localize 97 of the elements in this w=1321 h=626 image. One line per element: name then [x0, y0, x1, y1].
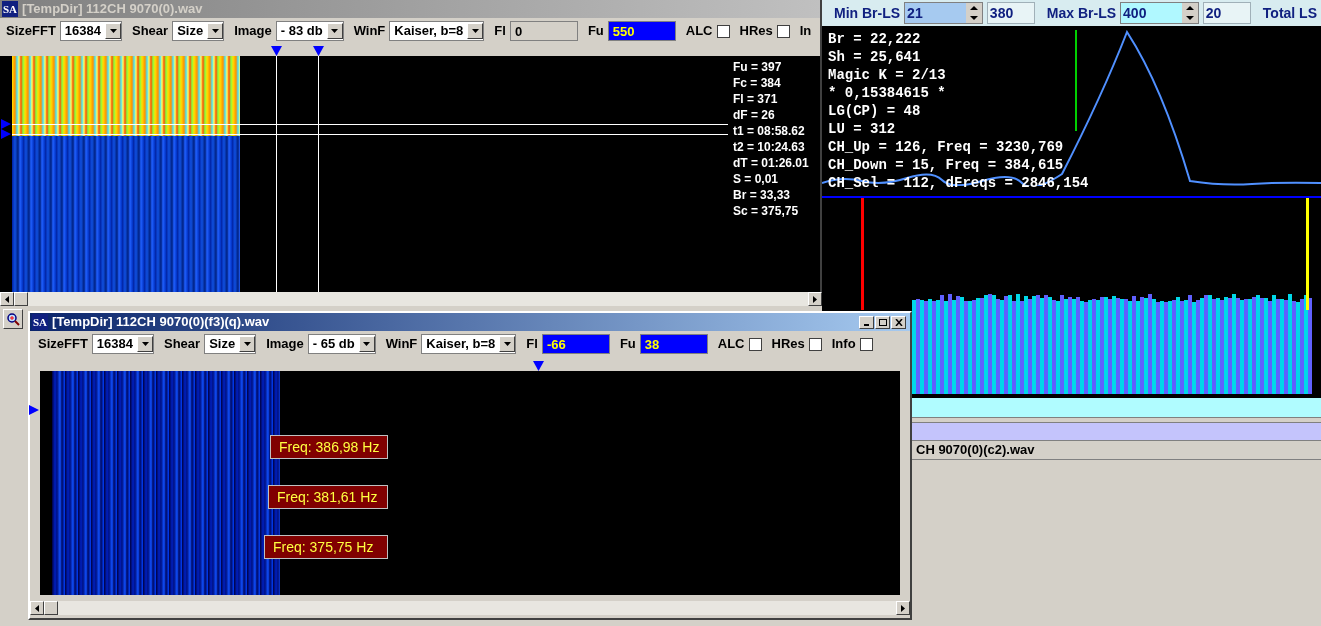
input-field[interactable]: 380 — [986, 2, 1035, 24]
field-label: WinF — [385, 335, 418, 354]
marker-icon[interactable] — [1, 119, 12, 129]
field-label: Image — [266, 335, 304, 354]
field-label: Image — [234, 22, 272, 41]
readout-text: S = 0,01 — [733, 171, 780, 187]
checkbox[interactable] — [776, 24, 790, 38]
checkbox-label: ALC — [685, 22, 713, 41]
field-label: Shear — [132, 22, 169, 41]
scrollbar[interactable] — [0, 292, 822, 306]
spin-arrows-icon[interactable] — [965, 3, 982, 23]
field-label: SizeFFT — [38, 335, 88, 354]
control-label: Min Br-LS — [834, 3, 901, 23]
spin-arrows-icon[interactable] — [1181, 3, 1198, 23]
field-label: Fl — [526, 335, 538, 354]
dropdown[interactable]: 16384 — [59, 21, 122, 41]
checkbox-label: HRes — [771, 335, 805, 354]
input-field[interactable]: 38 — [639, 334, 708, 354]
readout-text: dF = 26 — [733, 107, 776, 123]
marker-icon[interactable] — [29, 405, 40, 415]
spin-field[interactable]: 21 — [904, 2, 983, 24]
readout-text: Br = 33,33 — [733, 187, 792, 203]
checkbox[interactable] — [808, 337, 822, 351]
checkbox-label: HRes — [739, 22, 773, 41]
right-arrow-icon — [901, 604, 905, 612]
field-label: SizeFFT — [6, 22, 56, 41]
input-field[interactable]: 20 — [1202, 2, 1251, 24]
readout-text: t2 = 10:24.63 — [733, 139, 806, 155]
caret-icon — [137, 336, 153, 352]
left-arrow-icon — [35, 604, 39, 612]
field-label: In — [799, 22, 812, 41]
frequency-label: Freq: 386,98 Hz — [270, 435, 389, 459]
stat-line: * 0,15384615 * — [828, 84, 947, 102]
frequency-label: Freq: 375,75 Hz — [264, 535, 389, 559]
readout-text: Sc = 375,75 — [733, 203, 800, 219]
caret-icon — [358, 336, 375, 352]
checkbox[interactable] — [859, 337, 873, 351]
minimize-icon[interactable] — [859, 315, 874, 329]
maximize-icon[interactable] — [875, 315, 890, 329]
readout-text: dT = 01:26.01 — [733, 155, 809, 171]
zoom-icon[interactable] — [3, 309, 23, 329]
scrollbar[interactable] — [30, 601, 910, 615]
caret-icon — [105, 23, 121, 39]
dropdown[interactable]: Kaiser, b=8 — [389, 21, 485, 41]
dropdown[interactable]: Size — [204, 334, 257, 354]
checkbox-label: Info — [831, 335, 856, 354]
input-field[interactable]: 0 — [509, 21, 578, 41]
field-label: Shear — [164, 335, 201, 354]
field-label: WinF — [353, 22, 386, 41]
stat-line: Br = 22,222 — [828, 30, 922, 48]
readout-text: t1 = 08:58.62 — [733, 123, 806, 139]
stat-line: CH_Down = 15, Freq = 384,615 — [828, 156, 1065, 174]
scroll-right-button[interactable] — [896, 601, 910, 615]
checkbox-label: ALC — [717, 335, 745, 354]
scroll-thumb[interactable] — [14, 292, 28, 306]
caret-icon — [239, 336, 256, 352]
readout-text: Fc = 384 — [733, 75, 782, 91]
caret-icon — [326, 23, 343, 39]
dropdown[interactable]: Size — [172, 21, 225, 41]
window-title: [TempDir] 112CH 9070(0)(f3)(q).wav — [52, 313, 270, 332]
left-arrow-icon — [5, 295, 9, 303]
stat-line: LG(CP) = 48 — [828, 102, 922, 120]
checkbox[interactable] — [716, 24, 730, 38]
dropdown[interactable]: 16384 — [91, 334, 154, 354]
control-label: Max Br-LS — [1046, 3, 1117, 23]
field-label: Fu — [619, 335, 636, 354]
dropdown[interactable]: - 65 db — [307, 334, 376, 354]
caret-icon — [467, 23, 484, 39]
caret-icon — [207, 23, 224, 39]
scroll-thumb[interactable] — [44, 601, 58, 615]
stat-line: Magic K = 2/13 — [828, 66, 947, 84]
app-logo: SA — [2, 1, 19, 17]
stat-line: CH_Up = 126, Freq = 3230,769 — [828, 138, 1065, 156]
caret-icon — [499, 336, 516, 352]
dropdown[interactable]: Kaiser, b=8 — [421, 334, 517, 354]
window-title: [TempDir] 112CH 9070(0).wav — [22, 0, 203, 19]
app-logo: SA — [32, 314, 49, 330]
scroll-left-button[interactable] — [30, 601, 44, 615]
stat-line: Sh = 25,641 — [828, 48, 922, 66]
file-name: CH 9070(0)(c2).wav — [916, 441, 1035, 460]
scroll-right-button[interactable] — [808, 292, 822, 306]
marker-icon[interactable] — [1, 129, 12, 139]
close-icon[interactable] — [891, 315, 906, 329]
readout-text: Fl = 371 — [733, 91, 779, 107]
scroll-left-button[interactable] — [0, 292, 14, 306]
frequency-label: Freq: 381,61 Hz — [268, 485, 389, 509]
readout-text: Fu = 397 — [733, 59, 783, 75]
dropdown[interactable]: - 83 db — [275, 21, 344, 41]
stat-line: LU = 312 — [828, 120, 897, 138]
input-field[interactable]: -66 — [541, 334, 610, 354]
right-arrow-icon — [813, 295, 817, 303]
control-label: Total LS — [1262, 3, 1317, 23]
input-field[interactable]: 550 — [607, 21, 676, 41]
checkbox[interactable] — [748, 337, 762, 351]
field-label: Fu — [587, 22, 604, 41]
spin-field[interactable]: 400 — [1120, 2, 1199, 24]
field-label: Fl — [494, 22, 506, 41]
